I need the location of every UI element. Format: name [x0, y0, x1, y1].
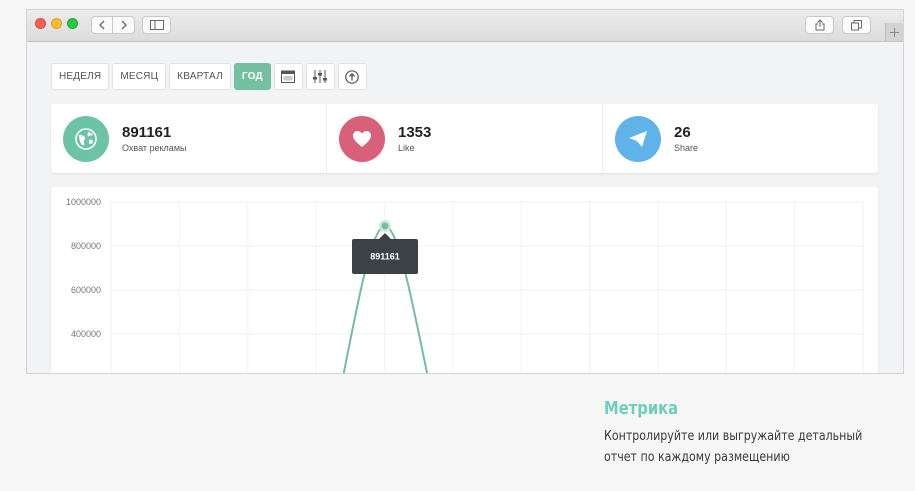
- heart-icon: [353, 130, 371, 147]
- globe-icon: [75, 127, 97, 150]
- likes-value: 1353: [398, 124, 432, 141]
- caption-body: Контролируйте или выгружайте детальный о…: [604, 426, 862, 468]
- y-tick-label: 1000000: [66, 197, 101, 207]
- likes-label: Like: [398, 143, 415, 153]
- export-button[interactable]: [337, 63, 367, 90]
- stat-likes: 1353 Like: [327, 104, 603, 173]
- new-tab-button[interactable]: [885, 23, 903, 41]
- y-tick-label: 600000: [71, 285, 101, 295]
- calendar-button[interactable]: [273, 63, 303, 90]
- filters-button[interactable]: [305, 63, 335, 90]
- likes-badge: [339, 115, 385, 162]
- chevron-right-icon: [121, 20, 127, 30]
- tabs-overview-button[interactable]: [842, 16, 871, 34]
- reach-badge: [63, 115, 109, 162]
- peak-point: [381, 222, 389, 230]
- sidebar-toggle-button[interactable]: [142, 16, 171, 34]
- sidebar-icon: [149, 20, 164, 30]
- shares-badge: [615, 115, 661, 162]
- paper-plane-icon: [629, 130, 647, 147]
- feature-caption: Метрика Контролируйте или выгружайте дет…: [604, 398, 908, 468]
- close-window-button[interactable]: [35, 18, 46, 29]
- plus-icon: [890, 27, 899, 37]
- minimize-window-button[interactable]: [51, 18, 62, 29]
- sliders-icon: [313, 70, 328, 83]
- forward-button[interactable]: [113, 16, 135, 34]
- stat-shares: 26 Share: [603, 104, 878, 173]
- calendar-icon: [281, 70, 296, 83]
- caption-line-2: отчет по каждому размещению: [604, 450, 790, 465]
- tab-week[interactable]: НЕДЕЛЯ: [51, 63, 110, 90]
- caption-title: Метрика: [604, 398, 679, 419]
- stat-reach: 891161 Охват рекламы: [51, 104, 327, 173]
- chevron-left-icon: [99, 20, 105, 30]
- back-button[interactable]: [91, 16, 113, 34]
- tab-month[interactable]: МЕСЯЦ: [112, 63, 167, 90]
- reach-chart: 1000000 800000 600000 400000 891161: [51, 187, 878, 373]
- share-button[interactable]: [805, 16, 834, 34]
- reach-value: 891161: [122, 124, 172, 141]
- shares-value: 26: [674, 124, 691, 141]
- browser-toolbar: [27, 10, 903, 42]
- tabs-icon: [851, 19, 862, 30]
- y-tick-label: 400000: [71, 329, 101, 339]
- zoom-window-button[interactable]: [67, 18, 78, 29]
- tooltip-arrow: [379, 232, 391, 239]
- reach-label: Охват рекламы: [122, 143, 187, 153]
- line-chart: 1000000 800000 600000 400000 891161: [66, 197, 864, 373]
- browser-window: НЕДЕЛЯ МЕСЯЦ КВАРТАЛ ГОД 891161 Охват ре…: [27, 10, 903, 373]
- shares-label: Share: [674, 143, 699, 153]
- tooltip-value: 891161: [370, 251, 400, 261]
- tab-year[interactable]: ГОД: [233, 63, 271, 90]
- y-tick-label: 800000: [71, 241, 101, 251]
- caption-line-1: Контролируйте или выгружайте детальный: [604, 429, 863, 444]
- share-icon: [815, 19, 824, 31]
- tab-quarter[interactable]: КВАРТАЛ: [169, 63, 231, 90]
- upload-icon: [345, 69, 360, 84]
- stats-panel: 891161 Охват рекламы 1353 Like 26 Share: [51, 104, 878, 173]
- period-tabs: НЕДЕЛЯ МЕСЯЦ КВАРТАЛ ГОД: [51, 63, 367, 90]
